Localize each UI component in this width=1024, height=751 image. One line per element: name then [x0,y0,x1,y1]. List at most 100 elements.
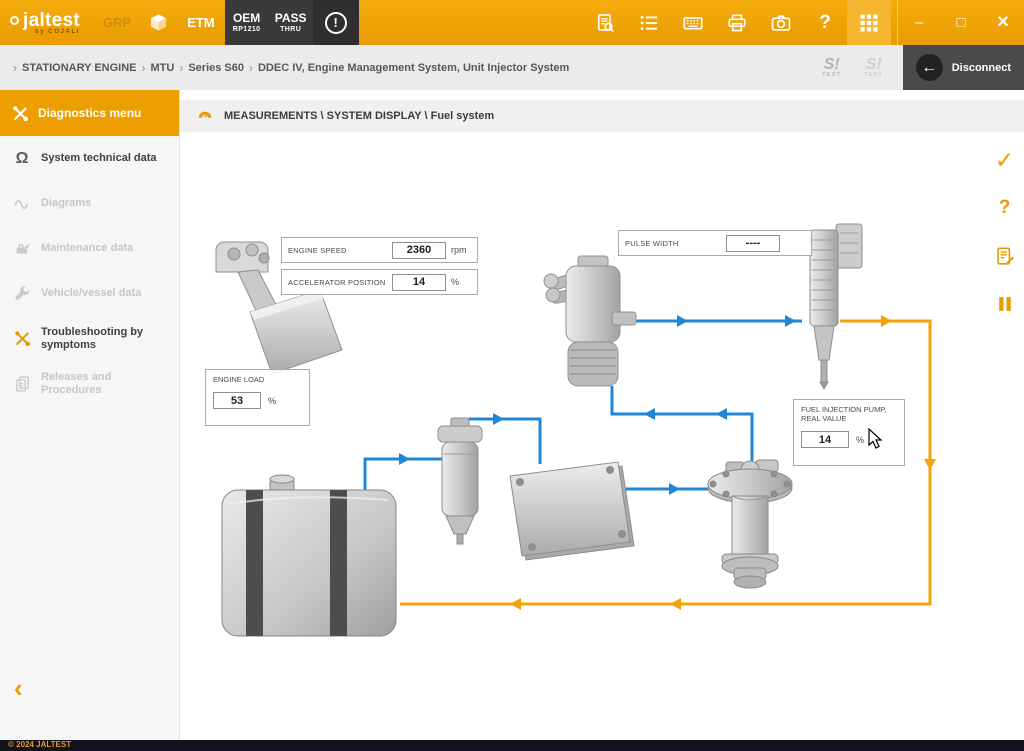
sidebar-collapse-button[interactable]: ‹ [14,678,23,698]
back-arrow-icon: ← [916,54,943,81]
sidebar-item-label: Maintenance data [41,242,133,255]
oem-rp1210-button[interactable]: OEM RP1210 [225,0,269,45]
unit-injector-illustration [810,224,862,389]
apps-grid-button[interactable] [847,0,891,45]
engine-load-field: ENGINE LOAD 53 % [205,369,310,426]
disconnect-button[interactable]: ← Disconnect [903,45,1024,90]
print-button[interactable] [715,0,759,45]
fuel-injection-pump-field: FUEL INJECTION PUMP, REAL VALUE 14 % [793,399,905,466]
fuel-injection-pump-value: 14 [801,431,849,448]
grp-button[interactable]: GRP [94,0,140,45]
accelerator-position-unit: % [451,277,471,287]
note-pencil-icon [995,246,1015,266]
accelerator-position-label: ACCELERATOR POSITION [288,278,387,287]
help-button[interactable]: ? [803,0,847,45]
notes-button[interactable] [993,244,1017,268]
fuel-tank-illustration [222,475,396,636]
breadcrumb-item-series[interactable]: Series S60 [188,62,244,74]
checklist-button[interactable] [627,0,671,45]
alerts-button[interactable]: ! [313,0,359,45]
accelerator-position-value: 14 [392,274,446,291]
pause-button[interactable] [993,292,1017,316]
screenshot-button[interactable] [759,0,803,45]
breadcrumb-item-system[interactable]: DDEC IV, Engine Management System, Unit … [258,62,569,74]
logo-subtext: by COJALI [10,29,80,35]
stest-icon-secondary: S! TEST [857,57,891,78]
printer-icon [727,13,747,33]
copyright-text: © 2024 JALTEST [8,740,71,749]
diagnostics-menu-header[interactable]: Diagnostics menu [0,90,179,136]
wave-icon [12,195,32,212]
jaltest-logo[interactable]: jaltest by COJALI [0,0,90,45]
tools-icon [12,105,29,122]
keyboard-button[interactable] [671,0,715,45]
minimize-button[interactable]: – [898,0,940,45]
chevron-right-icon: › [13,61,17,75]
logo-dot-icon [10,16,19,25]
fuel-system-canvas: ENGINE SPEED 2360 rpm ACCELERATOR POSITI… [180,132,985,740]
pass-label: PASS [275,12,307,25]
confirm-button[interactable]: ✓ [993,148,1017,172]
titlebar: jaltest by COJALI GRP ETM OEM RP1210 PAS… [0,0,1024,45]
breadcrumb-item-mtu[interactable]: MTU [151,62,175,74]
breadcrumb: › STATIONARY ENGINE › MTU › Series S60 ›… [0,45,1024,90]
sidebar-item-vehicle-vessel-data: Vehicle/vessel data [0,271,179,316]
sidebar-item-label: Vehicle/vessel data [41,287,141,300]
sidebar-item-diagrams: Diagrams [0,181,179,226]
report-icon [595,13,615,33]
pulse-width-label: PULSE WIDTH [625,239,721,248]
statusbar: © 2024 JALTEST [0,740,1024,751]
close-button[interactable]: × [982,0,1024,45]
window-controls: – □ × [897,0,1024,45]
content-header-path: MEASUREMENTS \ SYSTEM DISPLAY \ Fuel sys… [224,110,494,122]
chevron-right-icon: › [249,61,253,75]
pulse-width-value: ---- [726,235,780,252]
cube-icon [149,13,168,32]
maximize-button[interactable]: □ [940,0,982,45]
breadcrumb-right-group: S! TEST S! TEST ← Disconnect [815,45,1024,90]
modules-button[interactable] [140,0,177,45]
fuel-water-separator-illustration [544,256,636,386]
camera-icon [771,13,791,33]
stest-icon: S! TEST [815,57,849,78]
stest-label: TEST [822,72,841,78]
line-tank-to-filter [365,459,442,492]
oem-label: OEM [233,12,260,25]
breadcrumb-item-stationary-engine[interactable]: STATIONARY ENGINE [22,62,137,74]
fuel-pump-illustration [708,460,792,588]
engine-speed-value: 2360 [392,242,446,259]
chevron-right-icon: › [142,61,146,75]
stest-glyph: S! [824,57,840,72]
stest-glyph: S! [866,57,882,72]
engine-load-label: ENGINE LOAD [213,375,264,384]
mouse-cursor [868,428,884,450]
engine-speed-label: ENGINE SPEED [288,246,387,255]
content-header: MEASUREMENTS \ SYSTEM DISPLAY \ Fuel sys… [180,100,1024,132]
line-pump-to-separator [612,386,752,464]
fuel-cooler-illustration [510,462,634,560]
engine-load-value: 53 [213,392,261,409]
disconnect-label: Disconnect [952,62,1011,74]
titlebar-spacer [359,0,583,45]
measurement-help-button[interactable]: ? [993,196,1017,220]
sidebar-item-label: System technical data [41,152,157,165]
accelerator-position-field: ACCELERATOR POSITION 14 % [281,269,478,295]
sidebar-item-label: Diagrams [41,197,91,210]
pulse-width-field: PULSE WIDTH ---- [618,230,812,256]
grid-icon [859,13,879,33]
oem-sublabel: RP1210 [233,25,261,34]
diagnostics-menu-label: Diagnostics menu [38,106,141,120]
sidebar-item-troubleshooting[interactable]: Troubleshooting by symptoms [0,316,179,361]
sidebar-item-system-technical-data[interactable]: Ω System technical data [0,136,179,181]
warning-icon: ! [325,12,347,34]
etm-button[interactable]: ETM [177,0,224,45]
fuel-injection-pump-label: FUEL INJECTION PUMP, REAL VALUE [801,405,897,423]
keyboard-icon [683,13,703,33]
sidebar-item-releases-procedures: Releases and Procedures [0,361,179,406]
sidebar-item-maintenance-data: Maintenance data [0,226,179,271]
report-button[interactable] [583,0,627,45]
stacked-docs-icon [12,375,32,392]
sidebar-item-label: Releases and Procedures [41,371,167,397]
checklist-icon [639,13,659,33]
passthru-button[interactable]: PASS THRU [269,0,313,45]
